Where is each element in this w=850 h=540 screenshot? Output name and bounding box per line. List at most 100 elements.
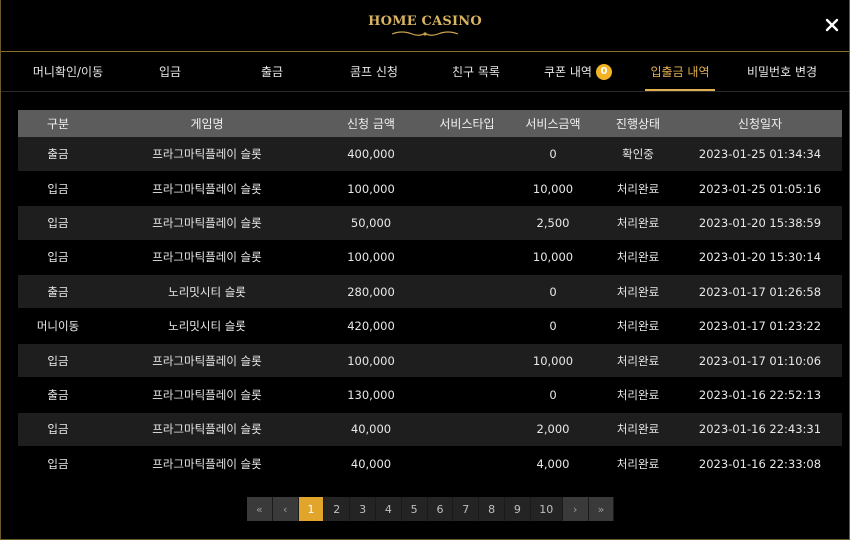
table-body: 출금 프라그마틱플레이 슬롯 400,000 0 확인중 2023-01-25 01:34… (18, 137, 842, 482)
table-cell (426, 446, 508, 482)
table-cell: 처리완료 (598, 274, 678, 310)
table-row: 머니이동 노리밋시티 슬롯 420,000 0 처리완료 2023-01-17 01:23… (18, 308, 842, 344)
table-cell: 2023-01-25 01:34:34 (678, 137, 842, 172)
table-cell: 2023-01-20 15:38:59 (678, 205, 842, 241)
close-icon (825, 18, 839, 32)
table-cell: 100,000 (316, 171, 426, 207)
column-header: 서비스금액 (508, 110, 598, 137)
table-cell: 2023-01-16 22:52:13 (678, 377, 842, 413)
table-cell: 280,000 (316, 274, 426, 310)
table-cell: 프라그마틱플레이 슬롯 (98, 377, 316, 413)
tab-transaction-history[interactable]: 입출금 내역 (629, 52, 731, 91)
tab-bar: 머니확인/이동 입금 출금 콤프 신청 친구 목록 쿠폰 내역 0 입출금 내역… (1, 52, 849, 92)
tab-coupon-history[interactable]: 쿠폰 내역 0 (527, 52, 629, 91)
table-cell: 0 (508, 377, 598, 413)
page-button-7[interactable]: 7 (453, 497, 480, 521)
table-row: 입금 프라그마틱플레이 슬롯 100,000 10,000 처리완료 2023-01-20… (18, 240, 842, 276)
table-cell: 프라그마틱플레이 슬롯 (98, 343, 316, 379)
pagination: « ‹ 1 2 3 4 5 6 7 8 9 10 › » (247, 497, 615, 521)
tab-label: 쿠폰 내역 (544, 65, 592, 79)
casino-logo: HOME CASINO (368, 14, 482, 38)
table-row: 출금 노리밋시티 슬롯 280,000 0 처리완료 2023-01-17 01:26:5… (18, 274, 842, 310)
table-cell: 프라그마틱플레이 슬롯 (98, 412, 316, 448)
table-cell: 2023-01-17 01:26:58 (678, 274, 842, 310)
table-cell: 노리밋시티 슬롯 (98, 308, 316, 344)
table-cell: 2023-01-25 01:05:16 (678, 171, 842, 207)
table-cell: 100,000 (316, 343, 426, 379)
table-cell (426, 137, 508, 172)
table-cell: 400,000 (316, 137, 426, 172)
table-cell (426, 377, 508, 413)
tab-label: 비밀번호 변경 (746, 65, 818, 79)
table-cell: 2023-01-17 01:10:06 (678, 343, 842, 379)
table-cell: 머니이동 (18, 308, 98, 344)
table-cell: 0 (508, 274, 598, 310)
tab-label: 입금 (158, 65, 182, 79)
page-button-6[interactable]: 6 (428, 497, 454, 521)
table-cell: 0 (508, 308, 598, 344)
table-cell: 130,000 (316, 377, 426, 413)
transaction-table-container: 구분 게임명 신청 금액 서비스타입 서비스금액 진행상태 신청일자 출금 프라그… (18, 110, 842, 482)
table-cell: 처리완료 (598, 412, 678, 448)
page-button-5[interactable]: 5 (402, 497, 428, 521)
table-header-row: 구분 게임명 신청 금액 서비스타입 서비스금액 진행상태 신청일자 (18, 110, 842, 137)
first-page-button[interactable]: « (247, 497, 273, 521)
table-cell: 입금 (18, 171, 98, 207)
table-cell: 처리완료 (598, 205, 678, 241)
page-button-4[interactable]: 4 (376, 497, 402, 521)
tab-deposit[interactable]: 입금 (119, 52, 221, 91)
table-row: 입금 프라그마틱플레이 슬롯 100,000 10,000 처리완료 2023-01-25… (18, 171, 842, 207)
tab-label: 머니확인/이동 (32, 65, 104, 79)
table-cell: 2023-01-17 01:23:22 (678, 308, 842, 344)
table-cell (426, 171, 508, 207)
column-header: 신청일자 (678, 110, 842, 137)
tab-friend-list[interactable]: 친구 목록 (425, 52, 527, 91)
logo-flourish-icon (391, 30, 459, 36)
page-button-10[interactable]: 10 (531, 497, 563, 521)
column-header: 게임명 (98, 110, 316, 137)
table-cell: 40,000 (316, 412, 426, 448)
table-cell: 2023-01-16 22:43:31 (678, 412, 842, 448)
tab-label: 출금 (260, 65, 284, 79)
coupon-count-badge: 0 (595, 63, 612, 80)
page-button-8[interactable]: 8 (479, 497, 505, 521)
tab-change-password[interactable]: 비밀번호 변경 (731, 52, 833, 91)
column-header: 진행상태 (598, 110, 678, 137)
table-cell: 50,000 (316, 205, 426, 241)
table-cell: 프라그마틱플레이 슬롯 (98, 137, 316, 172)
table-cell: 출금 (18, 137, 98, 172)
table-cell: 프라그마틱플레이 슬롯 (98, 446, 316, 482)
prev-page-button[interactable]: ‹ (272, 497, 299, 521)
close-button[interactable] (821, 14, 843, 36)
table-cell: 입금 (18, 240, 98, 276)
table-cell: 처리완료 (598, 343, 678, 379)
page-button-1[interactable]: 1 (298, 497, 325, 521)
table-cell: 2,500 (508, 205, 598, 241)
table-row: 입금 프라그마틱플레이 슬롯 50,000 2,500 처리완료 2023-01-20 1… (18, 205, 842, 241)
table-cell: 10,000 (508, 240, 598, 276)
page-button-2[interactable]: 2 (324, 497, 351, 521)
table-row: 출금 프라그마틱플레이 슬롯 130,000 0 처리완료 2023-01-16 22:5… (18, 377, 842, 413)
tab-comp-request[interactable]: 콤프 신청 (323, 52, 425, 91)
table-cell (426, 343, 508, 379)
last-page-button[interactable]: » (588, 497, 615, 521)
page-button-9[interactable]: 9 (505, 497, 531, 521)
tab-withdraw[interactable]: 출금 (221, 52, 323, 91)
table-cell: 처리완료 (598, 377, 678, 413)
page-button-3[interactable]: 3 (350, 497, 376, 521)
table-cell: 2023-01-16 22:33:08 (678, 446, 842, 482)
tab-label: 입출금 내역 (650, 65, 710, 79)
next-page-button[interactable]: › (562, 497, 589, 521)
table-cell: 입금 (18, 343, 98, 379)
table-cell: 10,000 (508, 343, 598, 379)
table-cell: 프라그마틱플레이 슬롯 (98, 171, 316, 207)
table-cell (426, 274, 508, 310)
tab-money-transfer[interactable]: 머니확인/이동 (17, 52, 119, 91)
table-cell: 출금 (18, 377, 98, 413)
tab-label: 친구 목록 (452, 65, 500, 79)
table-cell: 100,000 (316, 240, 426, 276)
table-cell: 입금 (18, 412, 98, 448)
table-cell (426, 412, 508, 448)
column-header: 구분 (18, 110, 98, 137)
tab-label: 콤프 신청 (350, 65, 398, 79)
